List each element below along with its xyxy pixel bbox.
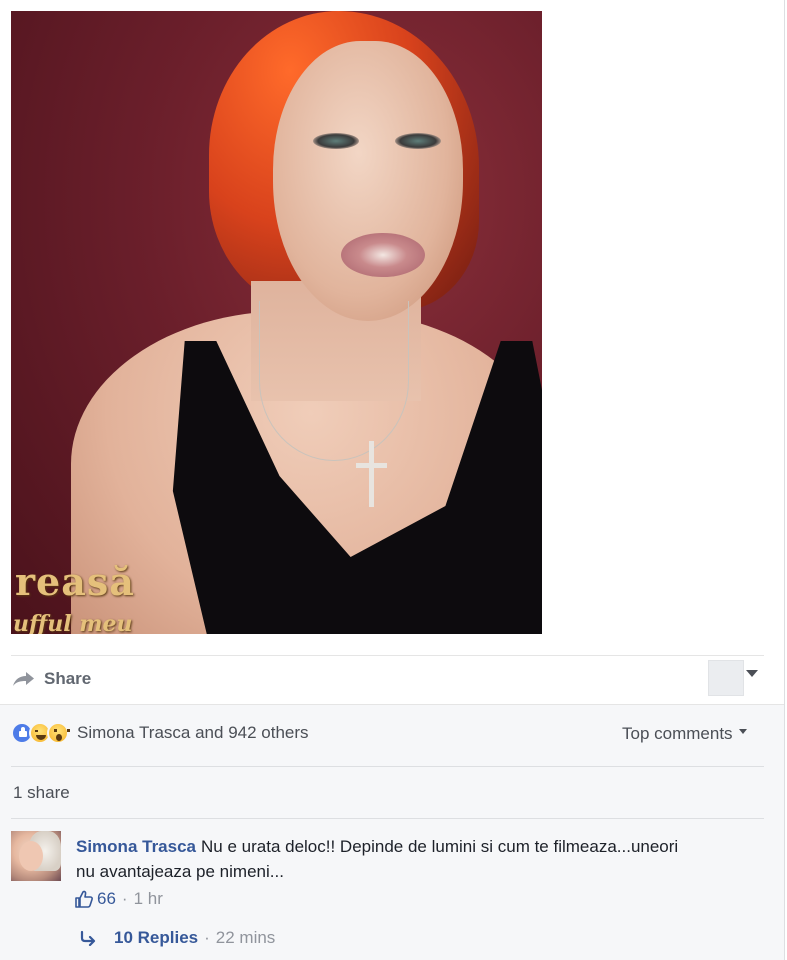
- photo-eye-right: [395, 133, 441, 149]
- photo-face: [273, 41, 463, 321]
- share-button-label: Share: [44, 669, 92, 688]
- replies-timestamp: 22 mins: [215, 928, 276, 947]
- replies-separator: ·: [204, 928, 210, 947]
- share-count-link[interactable]: 1 share: [13, 783, 70, 803]
- reactions-divider: [11, 766, 764, 767]
- photo-necklace: [259, 301, 409, 461]
- post-photo[interactable]: reasă ufful meu: [11, 11, 542, 634]
- replies-link[interactable]: 10 Replies: [114, 928, 198, 948]
- comment-sort-label: Top comments: [622, 724, 733, 743]
- reply-arrow-icon: [80, 930, 96, 946]
- comment-like-count[interactable]: 66: [97, 889, 116, 909]
- comment-meta: 66 · 1 hr: [74, 889, 163, 909]
- reactions-summary[interactable]: Simona Trasca and 942 others: [11, 722, 309, 744]
- photo-eye-left: [313, 133, 359, 149]
- reaction-names-link[interactable]: Simona Trasca and 942 others: [77, 723, 309, 743]
- chevron-down-icon[interactable]: [746, 670, 758, 677]
- sort-caret-icon: [738, 728, 747, 734]
- comment-timestamp[interactable]: 1 hr: [134, 889, 163, 909]
- card-right-border: [784, 0, 785, 960]
- action-bar-top-divider: [11, 655, 764, 656]
- post-card: reasă ufful meu Share Simona Trasca and …: [0, 0, 787, 960]
- commenter-avatar[interactable]: [11, 831, 61, 881]
- comment-author-link[interactable]: Simona Trasca: [76, 837, 196, 856]
- wow-icon: [47, 722, 70, 744]
- photo-cross-pendant-bar: [356, 463, 387, 468]
- thumbs-up-icon[interactable]: [74, 889, 94, 909]
- comment-sort-dropdown[interactable]: Top comments: [622, 724, 747, 744]
- meta-separator: ·: [121, 889, 128, 908]
- avatar-face: [19, 841, 43, 871]
- photo-watermark-line1: reasă: [15, 559, 135, 604]
- photo-watermark-line2: ufful meu: [13, 611, 133, 634]
- view-replies[interactable]: 10 Replies · 22 mins: [80, 928, 275, 948]
- comment-body: Simona Trasca Nu e urata deloc!! Depinde …: [76, 834, 696, 884]
- shares-divider: [11, 818, 764, 819]
- audience-selector[interactable]: [708, 660, 744, 696]
- share-button[interactable]: Share: [10, 667, 91, 691]
- photo-lips: [341, 233, 425, 277]
- share-arrow-icon: [13, 672, 34, 686]
- photo-cross-pendant: [369, 441, 374, 507]
